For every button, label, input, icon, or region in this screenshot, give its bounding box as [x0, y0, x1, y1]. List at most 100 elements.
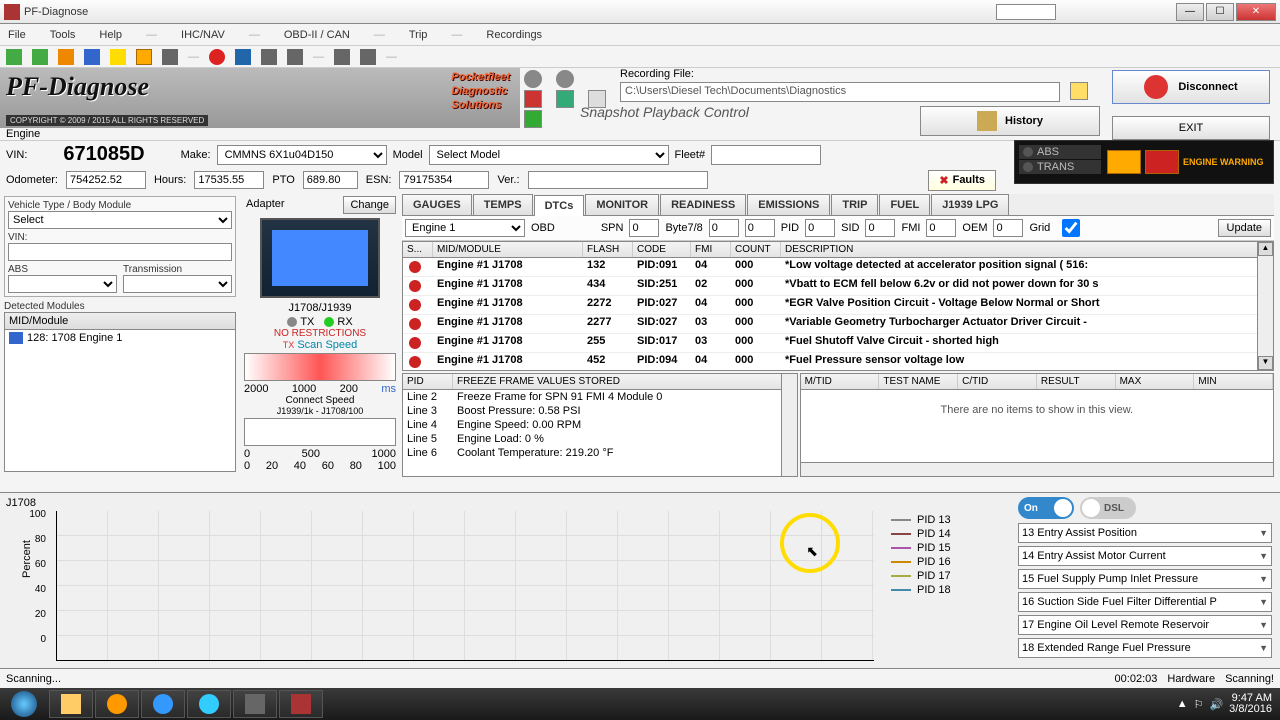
esn-value[interactable]	[399, 171, 489, 189]
tab-trip[interactable]: TRIP	[831, 194, 878, 215]
tray-icon[interactable]: ▲	[1177, 698, 1188, 710]
tab-emissions[interactable]: EMISSIONS	[747, 194, 830, 215]
sid-input[interactable]	[865, 219, 895, 237]
ver-value[interactable]	[528, 171, 708, 189]
change-button[interactable]: Change	[343, 196, 396, 214]
warning-icon[interactable]	[136, 49, 152, 65]
taskbar-item[interactable]	[233, 690, 277, 718]
tab-fuel[interactable]: FUEL	[879, 194, 930, 215]
dtc-row[interactable]: Engine #1 J1708132PID:09104000*Low volta…	[403, 258, 1273, 277]
history-button[interactable]: History	[920, 106, 1100, 136]
rec-play-icon[interactable]	[556, 90, 574, 108]
pto-value[interactable]	[303, 171, 358, 189]
faults-button[interactable]: ✖Faults	[928, 170, 996, 191]
exit-button[interactable]: EXIT	[1112, 116, 1270, 140]
menu-tools[interactable]: Tools	[50, 29, 76, 41]
pid-select[interactable]: 16 Suction Side Fuel Filter Differential…	[1018, 592, 1272, 612]
dsl-toggle[interactable]: DSL	[1080, 497, 1136, 519]
tool-icon[interactable]	[110, 49, 126, 65]
download-icon[interactable]	[524, 110, 542, 128]
pid-select[interactable]: 15 Fuel Supply Pump Inlet Pressure▼	[1018, 569, 1272, 589]
spn-input[interactable]	[629, 219, 659, 237]
pid-input[interactable]	[805, 219, 835, 237]
vin2-input[interactable]	[8, 243, 232, 261]
menu-file[interactable]: File	[8, 29, 26, 41]
title-dropdown[interactable]	[996, 4, 1056, 20]
ecm-icon[interactable]	[360, 49, 376, 65]
taskbar-item[interactable]	[49, 690, 93, 718]
taskbar-item[interactable]	[187, 690, 231, 718]
tray-icon[interactable]: 🔊	[1209, 698, 1223, 711]
odometer-value[interactable]	[66, 171, 146, 189]
tool-icon[interactable]	[32, 49, 48, 65]
tool-icon[interactable]	[162, 49, 178, 65]
ff-row[interactable]: Line 2Freeze Frame for SPN 91 FMI 4 Modu…	[403, 390, 797, 404]
scrollbar[interactable]	[781, 374, 797, 476]
taskbar-item[interactable]	[279, 690, 323, 718]
pid-select[interactable]: 17 Engine Oil Level Remote Reservoir▼	[1018, 615, 1272, 635]
ff-row[interactable]: Line 4Engine Speed: 0.00 RPM	[403, 418, 797, 432]
tool-icon[interactable]	[287, 49, 303, 65]
pid-select[interactable]: 14 Entry Assist Motor Current▼	[1018, 546, 1272, 566]
make-select[interactable]: CMMNS 6X1u04D150	[217, 145, 387, 165]
model-select[interactable]: Select Model	[429, 145, 669, 165]
dtc-row[interactable]: Engine #1 J1708255SID:01703000*Fuel Shut…	[403, 334, 1273, 353]
pid-select[interactable]: 13 Entry Assist Position▼	[1018, 523, 1272, 543]
menu-rec[interactable]: Recordings	[486, 29, 542, 41]
on-toggle[interactable]: On	[1018, 497, 1074, 519]
rec-record-icon[interactable]	[524, 90, 542, 108]
menu-obd[interactable]: OBD-II / CAN	[284, 29, 350, 41]
start-button[interactable]	[0, 688, 48, 720]
ff-row[interactable]: Line 3Boost Pressure: 0.58 PSI	[403, 404, 797, 418]
folder-icon[interactable]	[1070, 82, 1088, 100]
abs-select[interactable]	[8, 275, 117, 293]
menu-help[interactable]: Help	[99, 29, 122, 41]
tab-monitor[interactable]: MONITOR	[585, 194, 659, 215]
module-row[interactable]: 128: 1708 Engine 1	[5, 330, 235, 346]
tab-readiness[interactable]: READINESS	[660, 194, 746, 215]
grid-check[interactable]	[1056, 219, 1086, 237]
menu-ihc[interactable]: IHC/NAV	[181, 29, 225, 41]
oem-input[interactable]	[993, 219, 1023, 237]
rec-icon[interactable]	[556, 70, 574, 88]
rec-icon[interactable]	[524, 70, 542, 88]
b78a-input[interactable]	[709, 219, 739, 237]
tool-icon[interactable]	[334, 49, 350, 65]
maximize-button[interactable]: ☐	[1206, 3, 1234, 21]
scrollbar[interactable]: ▲▼	[1257, 242, 1273, 370]
disconnect-button[interactable]: Disconnect	[1112, 70, 1270, 104]
ff-row[interactable]: Line 5Engine Load: 0 %	[403, 432, 797, 446]
fleet-input[interactable]	[711, 145, 821, 165]
dtc-row[interactable]: Engine #1 J1708452PID:09404000*Fuel Pres…	[403, 353, 1273, 371]
h-scrollbar[interactable]	[801, 462, 1273, 476]
hours-value[interactable]	[194, 171, 264, 189]
clock[interactable]: 9:47 AM3/8/2016	[1229, 693, 1272, 715]
vehicle-type-select[interactable]: Select	[8, 211, 232, 229]
update-button[interactable]: Update	[1218, 219, 1271, 237]
trans-select[interactable]	[123, 275, 232, 293]
dtc-row[interactable]: Engine #1 J17082277SID:02703000*Variable…	[403, 315, 1273, 334]
tab-gauges[interactable]: GAUGES	[402, 194, 472, 215]
pid-select[interactable]: 18 Extended Range Fuel Pressure▼	[1018, 638, 1272, 658]
tool-icon[interactable]	[6, 49, 22, 65]
fmi-input[interactable]	[926, 219, 956, 237]
dtc-row[interactable]: Engine #1 J1708434SID:25102000*Vbatt to …	[403, 277, 1273, 296]
taskbar-item[interactable]	[141, 690, 185, 718]
b78b-input[interactable]	[745, 219, 775, 237]
tab-temps[interactable]: TEMPS	[473, 194, 533, 215]
tab-dtcs[interactable]: DTCs	[534, 195, 585, 216]
tab-j1939 lpg[interactable]: J1939 LPG	[931, 194, 1009, 215]
ff-row[interactable]: Line 6Coolant Temperature: 219.20 °F	[403, 446, 797, 460]
close-button[interactable]: ✕	[1236, 3, 1276, 21]
tray-icon[interactable]: ⚐	[1194, 698, 1204, 711]
dtc-row[interactable]: Engine #1 J17082272PID:02704000*EGR Valv…	[403, 296, 1273, 315]
tool-icon[interactable]	[261, 49, 277, 65]
play-icon[interactable]	[235, 49, 251, 65]
tool-icon[interactable]	[58, 49, 74, 65]
engine-select[interactable]: Engine 1	[405, 219, 525, 237]
rec-file-path[interactable]: C:\Users\Diesel Tech\Documents\Diagnosti…	[620, 82, 1060, 102]
menu-trip[interactable]: Trip	[409, 29, 428, 41]
tool-icon[interactable]	[84, 49, 100, 65]
taskbar-item[interactable]	[95, 690, 139, 718]
minimize-button[interactable]: —	[1176, 3, 1204, 21]
